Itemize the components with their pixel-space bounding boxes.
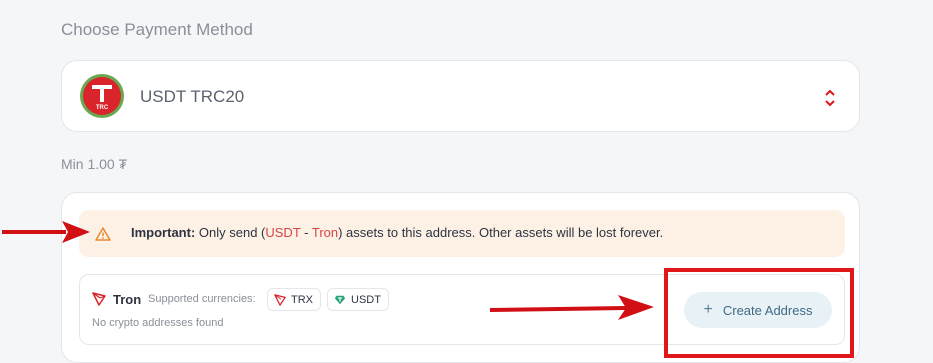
min-amount-label: Min 1.00 ₮: [61, 156, 128, 172]
warning-text: Important: Only send (USDT - Tron) asset…: [131, 225, 664, 240]
selected-method-label: USDT TRC20: [140, 87, 245, 106]
highlight-box: [664, 268, 854, 358]
annotation-arrow-right: [489, 295, 654, 320]
section-title: Choose Payment Method: [61, 20, 253, 39]
empty-addresses-message: No crypto addresses found: [92, 317, 224, 329]
usdt-trc20-logo: TRC: [80, 74, 124, 118]
payment-method-select[interactable]: TRC USDT TRC20: [61, 60, 860, 132]
supported-currencies-label: Supported currencies:: [148, 293, 256, 305]
chevron-up-down-icon[interactable]: [823, 88, 837, 108]
annotation-arrow-left: [2, 221, 90, 243]
logo-caption: TRC: [96, 105, 109, 111]
usdt-icon: [334, 295, 346, 304]
currency-chip-trx: TRX: [267, 288, 321, 311]
warning-banner: Important: Only send (USDT - Tron) asset…: [79, 210, 845, 257]
trx-icon: [274, 293, 286, 306]
currency-chip-usdt: USDT: [327, 288, 389, 311]
tron-icon: [92, 292, 106, 306]
warning-icon: [95, 227, 111, 241]
network-name: Tron: [113, 292, 142, 307]
